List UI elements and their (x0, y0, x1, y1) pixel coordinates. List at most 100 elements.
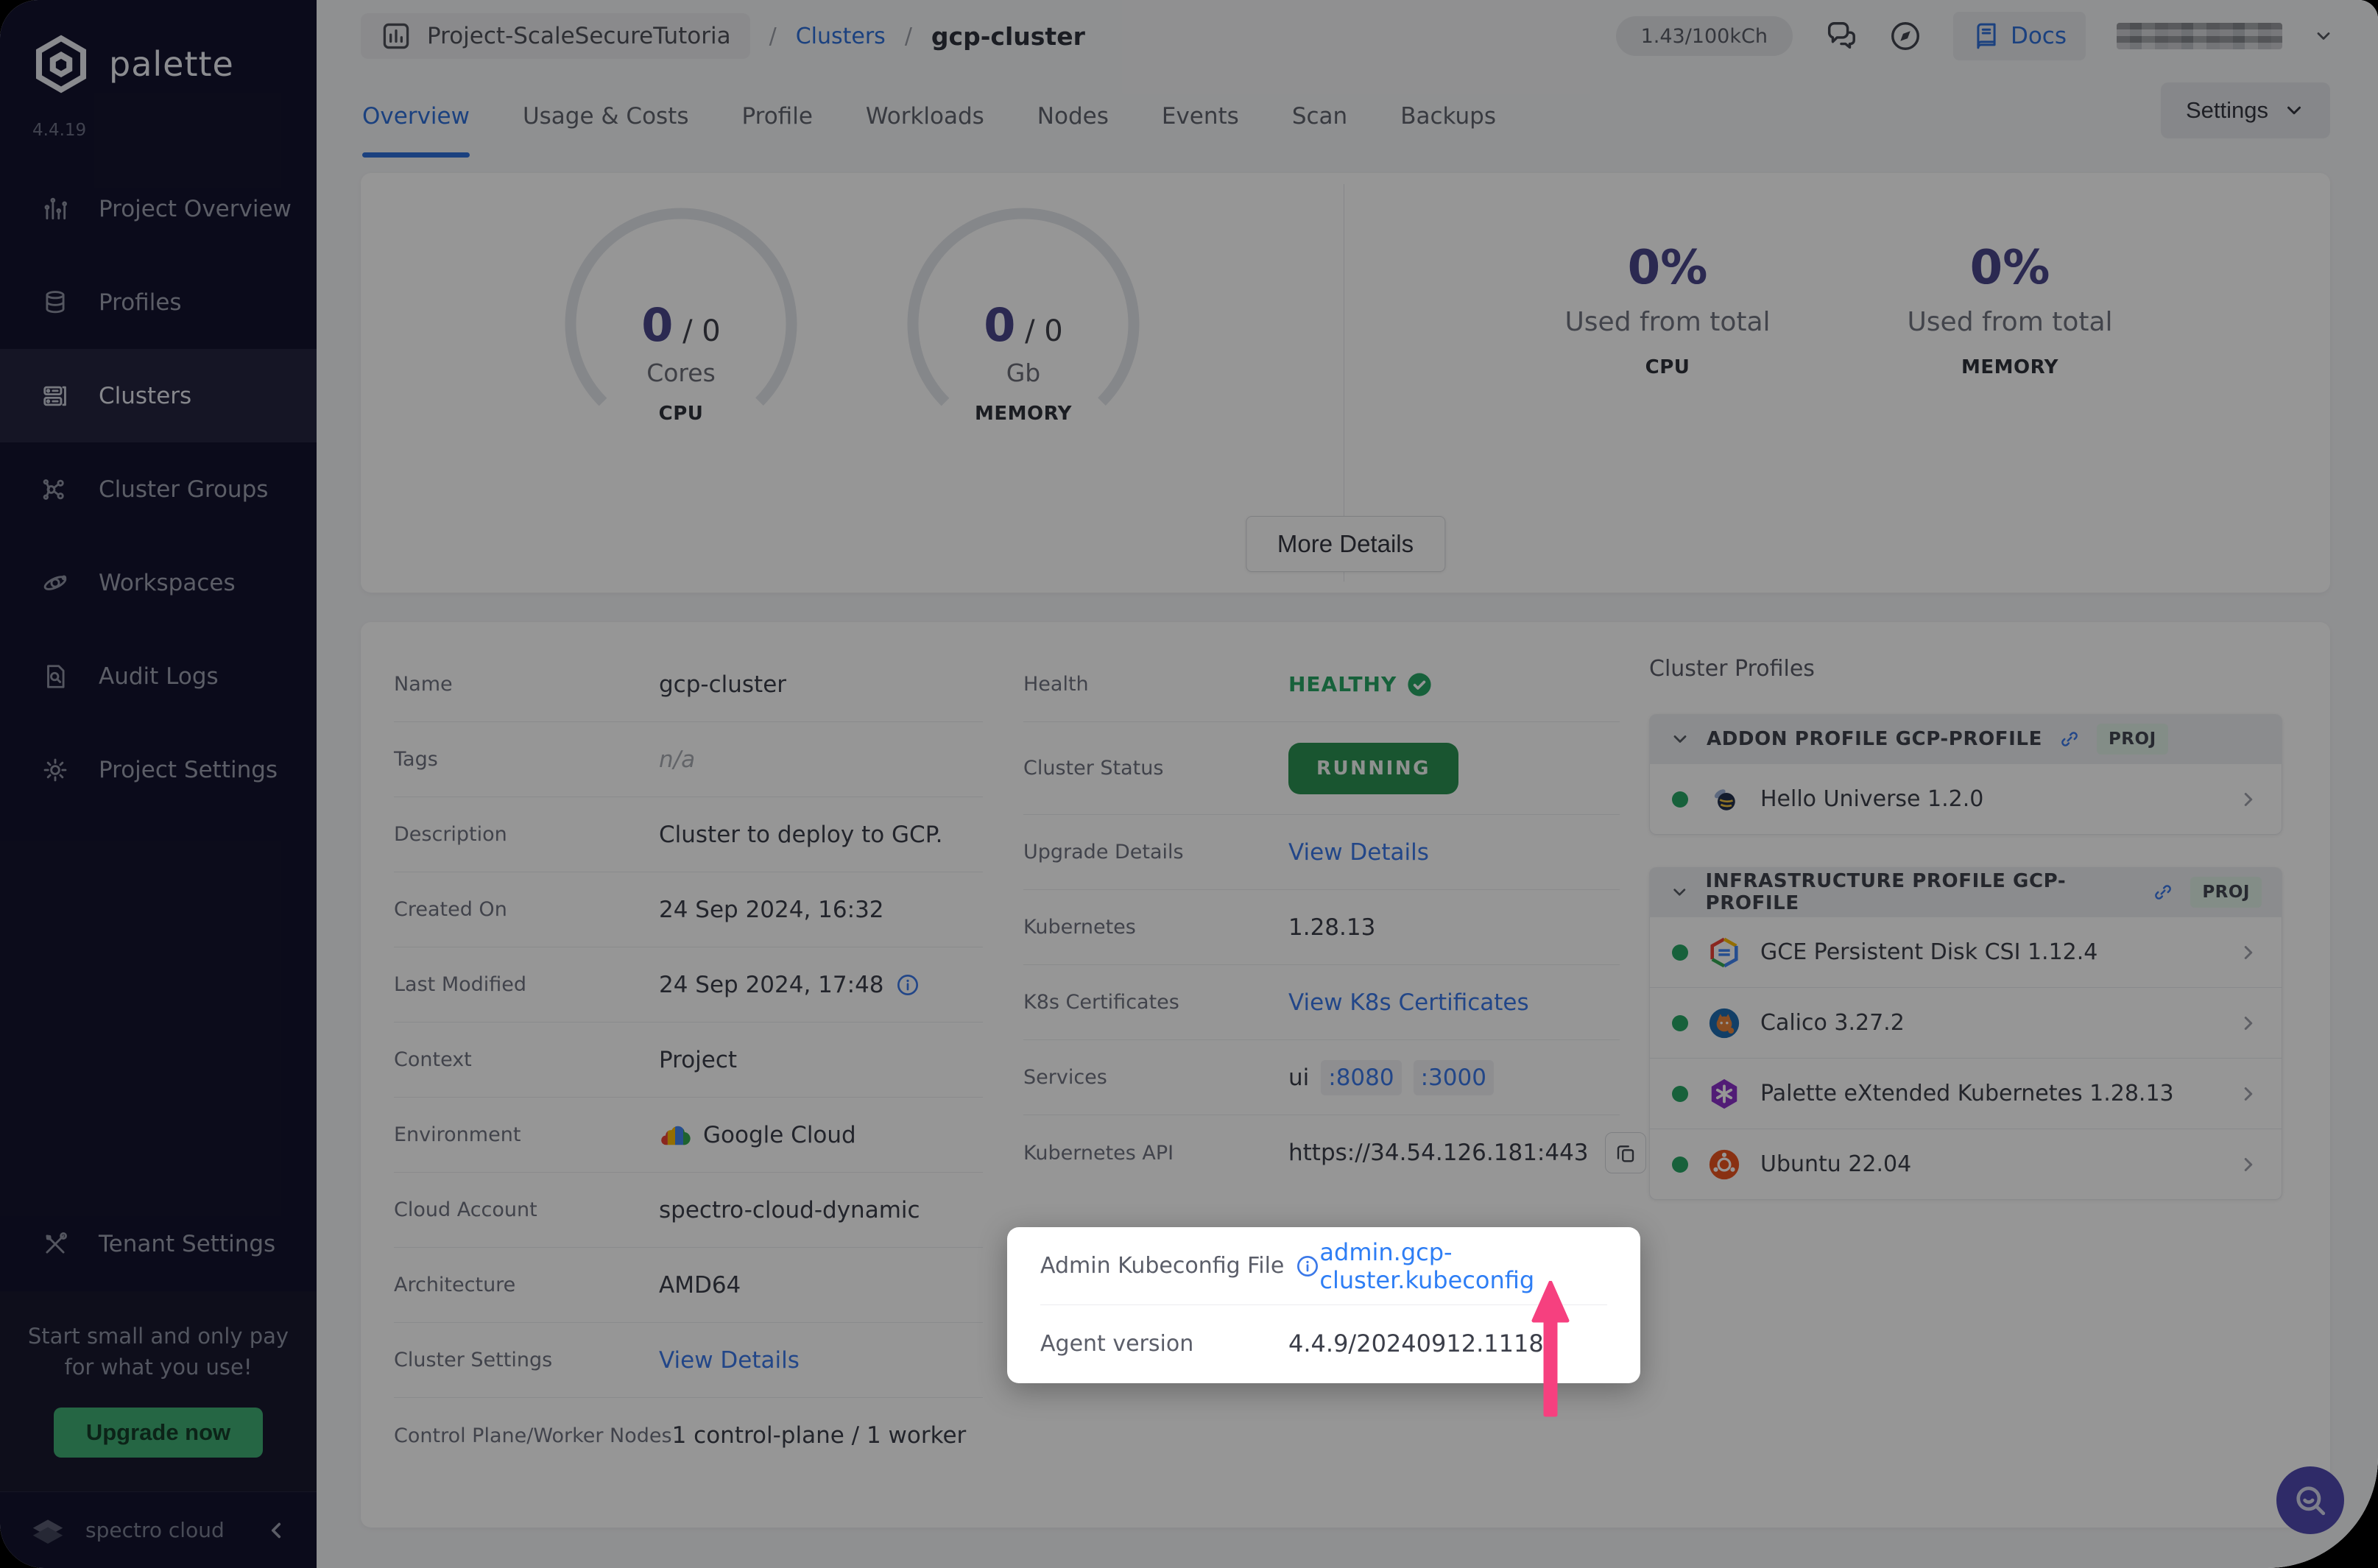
sidebar-item-project-settings[interactable]: Project Settings (0, 723, 317, 816)
details-column-middle: Health HEALTHY Cluster Status RUNNING Up… (1023, 647, 1646, 1190)
chat-button[interactable] (1824, 19, 1857, 53)
orbit-icon (43, 575, 67, 590)
memory-gauge-caption: MEMORY (974, 403, 1073, 425)
network-nodes-icon (43, 478, 64, 500)
memory-usage-label: Used from total (1907, 307, 2113, 337)
tab-backups[interactable]: Backups (1400, 103, 1496, 147)
sidebar-item-workspaces[interactable]: Workspaces (0, 536, 317, 629)
sidebar-item-label: Clusters (99, 382, 192, 409)
sidebar-item-label: Audit Logs (99, 663, 219, 690)
cluster-profiles-title: Cluster Profiles (1649, 656, 1815, 682)
addon-profile-header[interactable]: ADDON PROFILE GCP-PROFILE PROJ (1649, 714, 2282, 764)
sidebar-item-project-overview[interactable]: Project Overview (0, 162, 317, 255)
agent-version-value: 4.4.9/20240912.1118 (1288, 1329, 1544, 1357)
cpu-gauge: 0 / 0 Cores CPU (560, 202, 802, 445)
brand-logo-row: palette (0, 0, 317, 96)
link-icon (2058, 728, 2081, 750)
details-column-left: Name gcp-cluster Tags n/a Description Cl… (394, 647, 983, 1473)
profile-item-palette-extended-kubernetes[interactable]: Palette eXtended Kubernetes 1.28.13 (1649, 1059, 2282, 1129)
pxk-icon (1711, 1078, 1737, 1109)
promo-text: Start small and only pay for what you us… (27, 1323, 289, 1380)
tab-usage-costs[interactable]: Usage & Costs (523, 103, 689, 147)
docs-button[interactable]: Docs (1952, 12, 2086, 60)
status-dot (1672, 1085, 1688, 1102)
status-dot (1672, 944, 1688, 961)
infrastructure-profile-header[interactable]: INFRASTRUCTURE PROFILE GCP-PROFILE PROJ (1649, 867, 2282, 917)
cluster-profiles-panel: Cluster Profiles ADDON PROFILE GCP-PROFI… (1649, 656, 2282, 1200)
search-fab-button[interactable] (2276, 1466, 2344, 1534)
service-port-link[interactable]: :3000 (1413, 1059, 1494, 1095)
footer-brand-label: spectro cloud (85, 1518, 225, 1542)
settings-button[interactable]: Settings (2160, 82, 2330, 138)
ubuntu-icon (1709, 1149, 1740, 1179)
status-dot (1672, 791, 1688, 808)
tab-scan[interactable]: Scan (1292, 103, 1347, 147)
cpu-usage-label: Used from total (1564, 307, 1771, 337)
detail-row-health: Health HEALTHY (1023, 647, 1620, 722)
profile-item-calico[interactable]: Calico 3.27.2 (1649, 988, 2282, 1059)
docs-label: Docs (2010, 23, 2067, 49)
sidebar-item-cluster-groups[interactable]: Cluster Groups (0, 442, 317, 536)
spectro-cloud-logo-icon (32, 1519, 63, 1544)
memory-gauge-unit: Gb (1006, 359, 1041, 387)
breadcrumb-clusters-link[interactable]: Clusters (796, 24, 886, 49)
memory-usage-caption: MEMORY (1961, 356, 2059, 378)
tab-overview[interactable]: Overview (362, 103, 470, 158)
tab-profile[interactable]: Profile (742, 103, 813, 147)
cpu-gauge-caption: CPU (658, 403, 704, 425)
sidebar-item-label: Profiles (99, 289, 182, 316)
profile-item-ubuntu[interactable]: Ubuntu 22.04 (1649, 1129, 2282, 1200)
chevron-right-icon (2237, 1154, 2259, 1176)
sidebar-item-label: Tenant Settings (99, 1231, 276, 1258)
user-menu-button[interactable] (2313, 26, 2334, 46)
palette-logo-icon (35, 35, 87, 93)
annotation-arrow (1531, 1281, 1570, 1417)
chevron-left-icon (271, 1522, 281, 1538)
sidebar-item-tenant-settings[interactable]: Tenant Settings (0, 1198, 317, 1291)
copy-button[interactable] (1604, 1132, 1646, 1173)
chevron-right-icon (2237, 1083, 2259, 1105)
settings-label: Settings (2185, 97, 2268, 123)
explore-button[interactable] (1888, 19, 1922, 53)
user-account-redacted[interactable] (2117, 23, 2282, 49)
info-icon[interactable] (896, 973, 920, 997)
view-k8s-certificates-link[interactable]: View K8s Certificates (1288, 989, 1529, 1016)
chevron-down-icon (1673, 735, 1687, 743)
memory-gauge: 0 / 0 Gb MEMORY (902, 202, 1145, 445)
upgrade-now-button[interactable]: Upgrade now (53, 1408, 264, 1458)
breadcrumb-project-chip[interactable]: Project-ScaleSecureTutoria (361, 13, 750, 59)
tab-events[interactable]: Events (1162, 103, 1239, 147)
sidebar-collapse-button[interactable] (264, 1518, 289, 1543)
memory-usage-stat: 0% Used from total MEMORY (1863, 241, 2157, 378)
profile-item-hello-universe[interactable]: Hello Universe 1.2.0 (1649, 764, 2282, 835)
sidebar-item-profiles[interactable]: Profiles (0, 255, 317, 349)
scope-badge: PROJ (2190, 877, 2262, 908)
chevron-right-icon (2237, 1012, 2259, 1034)
sidebar: palette 4.4.19 Project Overview Profiles (0, 0, 317, 1568)
tab-workloads[interactable]: Workloads (866, 103, 984, 147)
usage-overview-card: 0 / 0 Cores CPU 0 / 0 Gb MEMORY 0% Used … (361, 173, 2330, 593)
credits-usage-pill: 1.43/100kCh (1615, 16, 1793, 56)
breadcrumb-separator: / (904, 23, 912, 49)
gear-icon (43, 758, 67, 781)
sidebar-item-clusters[interactable]: Clusters (0, 349, 317, 442)
detail-row-agent-version: Agent version 4.4.9/20240912.1118 (1040, 1304, 1607, 1382)
bar-chart-icon (44, 197, 67, 219)
tools-icon (46, 1232, 67, 1254)
profile-item-gce-persistent-disk[interactable]: GCE Persistent Disk CSI 1.12.4 (1649, 917, 2282, 988)
detail-row-kubernetes-api: Kubernetes API https://34.54.126.181:443 (1023, 1115, 1646, 1190)
app-version: 4.4.19 (32, 121, 87, 140)
cluster-settings-view-details-link[interactable]: View Details (659, 1347, 800, 1374)
detail-row-environment: Environment Google Cloud (394, 1098, 983, 1173)
health-status: HEALTHY (1288, 672, 1432, 697)
cpu-gauge-unit: Cores (646, 359, 716, 387)
sidebar-footer: spectro cloud (0, 1491, 317, 1568)
more-details-button[interactable]: More Details (1245, 516, 1446, 572)
status-dot (1672, 1156, 1688, 1173)
upgrade-view-details-link[interactable]: View Details (1288, 839, 1429, 866)
info-icon[interactable] (1296, 1254, 1319, 1278)
tab-nodes[interactable]: Nodes (1037, 103, 1109, 147)
service-port-link[interactable]: :8080 (1321, 1059, 1402, 1095)
sidebar-item-audit-logs[interactable]: Audit Logs (0, 629, 317, 723)
